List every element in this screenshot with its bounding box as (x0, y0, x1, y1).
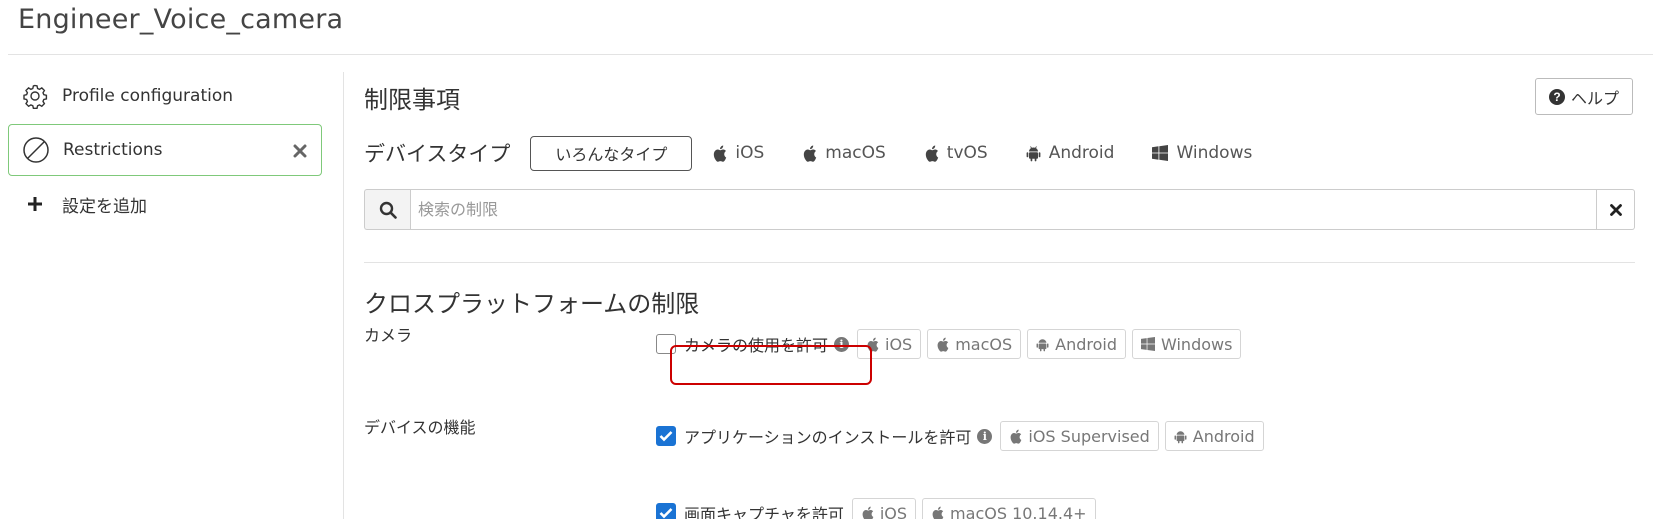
apple-icon (924, 145, 939, 162)
android-icon (1174, 429, 1187, 444)
highlight-box (670, 345, 872, 385)
tag-label: iOS (885, 334, 913, 354)
search-icon (364, 189, 410, 230)
platform-tag: Windows (1132, 329, 1242, 359)
os-filter-label: tvOS (946, 143, 988, 163)
os-filter-label: Windows (1176, 143, 1253, 163)
os-filter-tvos[interactable]: tvOS (924, 143, 988, 163)
apple-icon (712, 145, 727, 162)
apple-icon (931, 506, 944, 519)
android-icon (1036, 337, 1049, 352)
close-icon[interactable] (293, 143, 307, 158)
windows-icon (1152, 145, 1169, 161)
question-circle-icon: ? (1548, 88, 1565, 105)
os-filter-label: Android (1048, 143, 1115, 163)
device-type-filter: デバイスタイプ いろんなタイプ iOS macOS tvOS Android W… (364, 135, 1290, 171)
add-setting-button[interactable]: 設定を追加 (8, 180, 322, 228)
group-label-camera: カメラ (364, 326, 413, 345)
apple-icon (802, 145, 817, 162)
windows-icon (1141, 337, 1156, 351)
option-allow-app-install: アプリケーションのインストールを許可 i iOS Supervised Andr… (656, 421, 1270, 451)
platform-tag: Android (1027, 329, 1127, 359)
page-title: Engineer_Voice_camera (18, 4, 344, 35)
sidebar-item-profile-configuration[interactable]: Profile configuration (8, 72, 322, 120)
platform-tag: macOS 10.14.4+ (922, 498, 1096, 519)
apple-icon (861, 506, 874, 519)
apple-icon (936, 337, 949, 352)
sidebar-item-label: Profile configuration (62, 86, 234, 106)
apple-icon (1009, 429, 1022, 444)
os-filter-ios[interactable]: iOS (712, 143, 764, 163)
option-label: 画面キャプチャを許可 (684, 505, 844, 519)
tag-label: iOS (879, 503, 908, 519)
platform-tag: iOS Supervised (1000, 421, 1159, 451)
section-heading: 制限事項 (364, 86, 460, 114)
sidebar: Profile configuration Restrictions 設定を追加 (8, 72, 322, 228)
type-all-button[interactable]: いろんなタイプ (530, 135, 693, 171)
clear-search-button[interactable] (1597, 189, 1635, 230)
help-label: ヘルプ (1570, 90, 1619, 108)
ban-icon (21, 135, 51, 165)
android-icon (1026, 145, 1041, 162)
os-filter-windows[interactable]: Windows (1152, 143, 1252, 163)
allow-app-install-checkbox[interactable] (656, 426, 676, 446)
platform-tag: macOS (927, 329, 1022, 359)
tag-label: macOS (955, 334, 1013, 354)
search-input[interactable] (410, 189, 1597, 230)
sidebar-item-restrictions[interactable]: Restrictions (8, 124, 322, 176)
section-divider (364, 262, 1635, 263)
checkmark-icon (659, 431, 673, 442)
platform-tag: Android (1164, 421, 1264, 451)
info-icon[interactable]: i (977, 428, 993, 444)
search-bar (364, 189, 1635, 230)
tag-label: iOS Supervised (1028, 426, 1150, 446)
gear-icon (20, 81, 50, 111)
checkmark-icon (659, 508, 673, 519)
tag-label: Android (1192, 426, 1255, 446)
os-filter-label: iOS (735, 143, 765, 163)
cross-platform-heading: クロスプラットフォームの制限 (364, 290, 700, 318)
group-label-device-features: デバイスの機能 (364, 418, 476, 437)
option-allow-screen-capture: 画面キャプチャを許可 iOS macOS 10.14.4+ (656, 498, 1102, 519)
tag-label: Windows (1161, 334, 1233, 354)
sidebar-item-label: 設定を追加 (62, 196, 147, 217)
close-icon (1609, 203, 1622, 216)
allow-screen-capture-checkbox[interactable] (656, 503, 676, 519)
plus-icon (20, 189, 50, 219)
sidebar-item-label: Restrictions (63, 140, 163, 160)
device-type-label: デバイスタイプ (364, 142, 511, 166)
tag-label: macOS 10.14.4+ (950, 503, 1087, 519)
os-filter-macos[interactable]: macOS (802, 143, 886, 163)
os-filter-label: macOS (825, 143, 886, 163)
title-divider (8, 54, 1653, 55)
platform-tag: iOS (851, 498, 917, 519)
os-filter-android[interactable]: Android (1026, 143, 1115, 163)
sidebar-divider (343, 72, 344, 519)
option-label: アプリケーションのインストールを許可 (684, 428, 972, 447)
tag-label: Android (1055, 334, 1118, 354)
help-button[interactable]: ? ヘルプ (1535, 78, 1633, 115)
